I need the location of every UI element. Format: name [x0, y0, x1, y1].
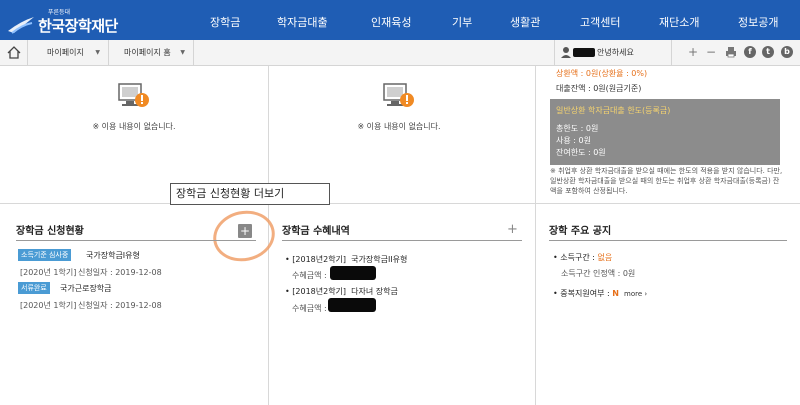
benefit-item: • [2018년2학기] 국가장학금II유형 [285, 255, 408, 264]
blog-icon[interactable]: b [781, 46, 793, 58]
income-recognized: 소득구간 인정액 : 0원 [561, 269, 636, 278]
zoom-in-icon[interactable]: + [686, 45, 700, 59]
duplicate-support-label: 중복지원여부 : [560, 289, 613, 298]
loan-total-limit: 총한도 : 0원 [556, 124, 599, 133]
user-icon [561, 47, 571, 58]
income-bracket-label: 소득구간 : [560, 253, 598, 262]
twitter-icon[interactable]: t [762, 46, 774, 58]
top-navigation-bar: 푸른등대 한국장학재단 장학금 학자금대출 인재육성 기부 생활관 고객센터 재… [0, 0, 800, 40]
income-bracket-value: 없음 [597, 253, 613, 262]
loan-balance: 대출잔액 : 0원(원금기준) [556, 84, 642, 93]
user-greeting: 안녕하세요 [554, 40, 672, 65]
apply-item-name[interactable]: 국가장학금I유형 [86, 250, 140, 261]
benefit-section-title: 장학금 수혜내역 [282, 226, 350, 237]
benefit-item-name: 다자녀 장학금 [351, 287, 398, 296]
repayment-amount: 상환액 : 0원(상환율 : 0%) [556, 68, 647, 79]
more-tooltip: 장학금 신청현황 더보기 [170, 183, 330, 205]
breadcrumb-bar: 마이페이지 ▼ 마이페이지 홈 ▼ 안녕하세요 + − f t b [0, 40, 800, 66]
breadcrumb-mypage-home-label: 마이페이지 홈 [124, 48, 171, 57]
repayment-value: 0원(상환율 : 0%) [585, 69, 648, 78]
benefit-amount-label: 수혜금액 : [292, 271, 327, 280]
empty-message: ※ 이용 내용이 없습니다. [92, 122, 176, 131]
home-button[interactable] [0, 40, 28, 65]
status-badge: 소득기준 심사중 [18, 249, 72, 261]
apply-section-title: 장학금 신청현황 [16, 226, 84, 237]
repayment-label: 상환액 : [556, 69, 586, 78]
redacted-username [573, 48, 595, 57]
row-divider [0, 203, 800, 204]
apply-item-date: 신청일자 : 2019-12-08 [78, 268, 162, 277]
nav-item-dormitory[interactable]: 생활관 [510, 14, 540, 30]
section-rule [549, 240, 787, 241]
home-icon [7, 46, 21, 59]
redacted-amount [330, 266, 376, 280]
column-divider [535, 66, 536, 405]
apply-item-name[interactable]: 국가근로장학금 [60, 283, 112, 294]
benefit-more-button[interactable]: + [507, 222, 518, 237]
chevron-down-icon: ▼ [95, 49, 100, 56]
empty-monitor-warning-icon [118, 83, 149, 107]
benefit-item-term: [2018년2학기] [292, 255, 347, 264]
income-bracket: • 소득구간 : 없음 [553, 253, 613, 262]
breadcrumb-mypage[interactable]: 마이페이지 ▼ [29, 40, 109, 65]
lighthouse-logo-icon [8, 17, 34, 34]
breadcrumb-mypage-home[interactable]: 마이페이지 홈 ▼ [110, 40, 194, 65]
nav-item-about[interactable]: 재단소개 [659, 14, 699, 30]
benefit-item-term: [2018년2학기] [292, 287, 347, 296]
greeting-text: 안녕하세요 [597, 48, 634, 57]
notice-section-title: 장학 주요 공지 [549, 226, 612, 237]
section-rule [282, 240, 522, 241]
more-link[interactable]: more › [624, 290, 647, 298]
nav-item-customer-center[interactable]: 고객센터 [580, 14, 620, 30]
benefit-item: • [2018년2학기] 다자녀 장학금 [285, 287, 398, 296]
benefit-amount-label: 수혜금액 : [292, 304, 327, 313]
section-rule [16, 240, 256, 241]
apply-item-date: 신청일자 : 2019-12-08 [78, 301, 162, 310]
duplicate-support: • 중복지원여부 : N more › [553, 289, 648, 298]
nav-item-loan[interactable]: 학자금대출 [277, 14, 328, 30]
apply-item-term: [2020년 1학기] [20, 301, 77, 310]
loan-notice: ※ 취업후 상환 학자금대출을 받으실 때에는 한도의 적용을 받지 않습니다.… [550, 167, 783, 195]
nav-item-donation[interactable]: 기부 [452, 14, 472, 30]
facebook-icon[interactable]: f [744, 46, 756, 58]
status-badge: 서류완료 [18, 282, 50, 294]
loan-limit-card: 일반상환 학자금대출 한도(등록금) 총한도 : 0원 사용 : 0원 잔여한도… [550, 99, 780, 165]
benefit-item-name: 국가장학금II유형 [351, 255, 408, 264]
duplicate-support-value: N [612, 289, 619, 298]
chevron-down-icon: ▼ [180, 49, 185, 56]
empty-message: ※ 이용 내용이 없습니다. [357, 122, 441, 131]
empty-monitor-warning-icon [383, 83, 414, 107]
breadcrumb-mypage-label: 마이페이지 [47, 48, 84, 57]
empty-state-left: ※ 이용 내용이 없습니다. [59, 82, 209, 132]
print-icon[interactable] [724, 45, 738, 59]
loan-remaining: 잔여한도 : 0원 [556, 148, 606, 157]
nav-item-talent[interactable]: 인재육성 [371, 14, 411, 30]
redacted-amount [328, 298, 376, 312]
nav-item-disclosure[interactable]: 정보공개 [738, 14, 778, 30]
zoom-out-icon[interactable]: − [704, 45, 718, 59]
empty-state-middle: ※ 이용 내용이 없습니다. [324, 82, 474, 132]
brand-logo[interactable]: 푸른등대 한국장학재단 [6, 5, 186, 37]
loan-used: 사용 : 0원 [556, 136, 591, 145]
nav-item-scholarship[interactable]: 장학금 [210, 14, 240, 30]
brand-title: 한국장학재단 [38, 17, 118, 35]
apply-item-term: [2020년 1학기] [20, 268, 77, 277]
loan-limit-title: 일반상환 학자금대출 한도(등록금) [556, 106, 671, 115]
